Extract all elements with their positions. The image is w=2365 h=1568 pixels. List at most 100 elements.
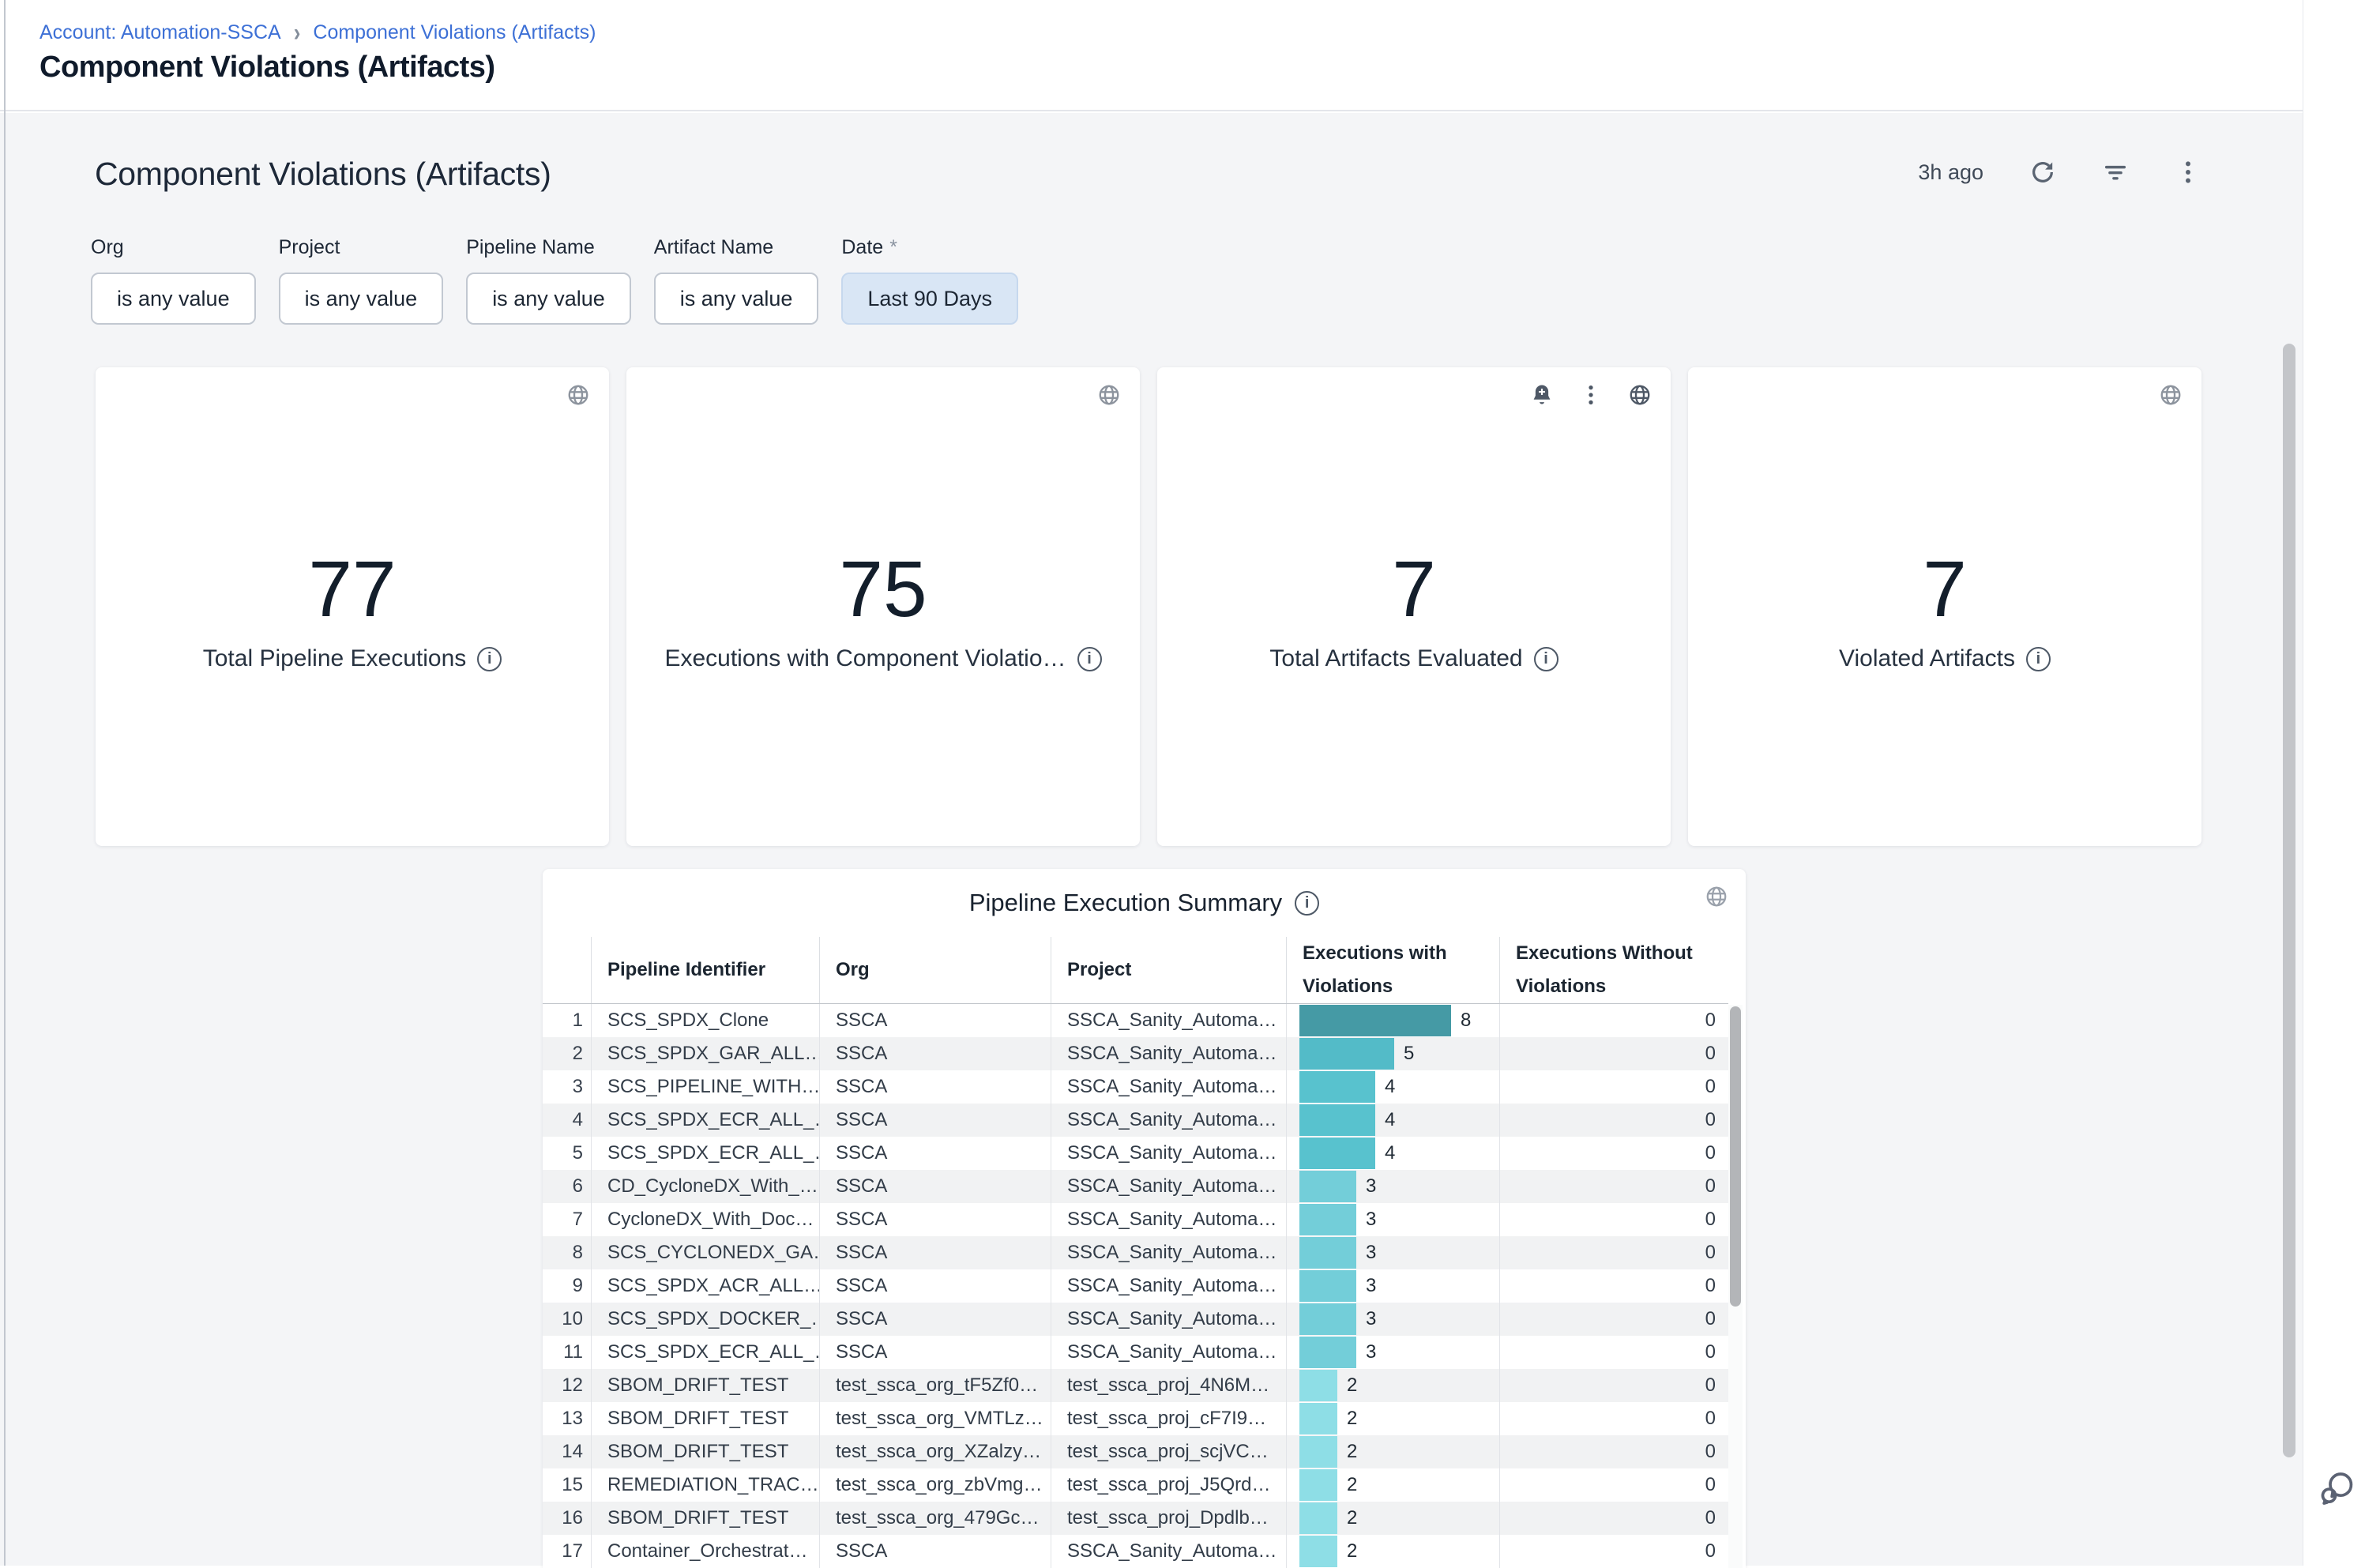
breadcrumb-page-link[interactable]: Component Violations (Artifacts) (313, 21, 596, 44)
violations-bar (1299, 1137, 1375, 1169)
kebab-menu-icon[interactable] (1579, 383, 1603, 407)
table-row[interactable]: 5 SCS_SPDX_ECR_ALL_… SSCA SSCA_Sanity_Au… (543, 1137, 1728, 1170)
cell-pipeline-identifier: SBOM_DRIFT_TEST (591, 1502, 819, 1535)
filter-value-button[interactable]: is any value (91, 273, 256, 325)
globe-icon[interactable] (1705, 885, 1728, 908)
table-scrollbar-thumb[interactable] (1730, 1006, 1741, 1307)
filter-value-button[interactable]: is any value (466, 273, 631, 325)
column-header-org[interactable]: Org (819, 937, 1051, 1003)
cell-executions-without-violations: 0 (1499, 1004, 1728, 1037)
cell-executions-without-violations: 0 (1499, 1137, 1728, 1170)
page-scrollbar[interactable] (2283, 340, 2295, 1566)
cell-pipeline-identifier: SCS_SPDX_GAR_ALL… (591, 1037, 819, 1070)
row-index: 5 (543, 1137, 591, 1170)
kpi-tile: 7 Violated Artifacts i (1688, 367, 2201, 846)
refresh-icon[interactable] (2029, 159, 2056, 186)
table-row[interactable]: 11 SCS_SPDX_ECR_ALL_… SSCA SSCA_Sanity_A… (543, 1336, 1728, 1369)
cell-org: SSCA (819, 1236, 1051, 1269)
cell-pipeline-identifier: SBOM_DRIFT_TEST (591, 1435, 819, 1468)
violations-bar (1299, 1303, 1356, 1335)
last-refreshed-label: 3h ago (1918, 160, 1983, 185)
violations-bar (1299, 1005, 1451, 1036)
cell-pipeline-identifier: SCS_SPDX_Clone (591, 1004, 819, 1037)
table-row[interactable]: 10 SCS_SPDX_DOCKER_… SSCA SSCA_Sanity_Au… (543, 1303, 1728, 1336)
filter: Org is any value (91, 236, 256, 325)
cell-project: SSCA_Sanity_Automa… (1051, 1037, 1286, 1070)
table-scrollbar[interactable] (1728, 1005, 1743, 1568)
filter-label: Pipeline Name (466, 236, 631, 259)
kpi-value: 77 (96, 544, 609, 635)
table-row[interactable]: 4 SCS_SPDX_ECR_ALL_… SSCA SSCA_Sanity_Au… (543, 1104, 1728, 1137)
cell-project: SSCA_Sanity_Automa… (1051, 1170, 1286, 1203)
cell-project: SSCA_Sanity_Automa… (1051, 1004, 1286, 1037)
cell-executions-without-violations: 0 (1499, 1468, 1728, 1502)
filter-label: Org (91, 236, 256, 259)
table-row[interactable]: 15 REMEDIATION_TRAC… test_ssca_org_zbVmg… (543, 1468, 1728, 1502)
required-asterisk: * (889, 236, 897, 258)
info-icon[interactable]: i (2026, 647, 2051, 671)
info-icon[interactable]: i (1077, 647, 1102, 671)
violations-bar-value: 8 (1461, 1010, 1471, 1032)
cell-executions-without-violations: 0 (1499, 1402, 1728, 1435)
table-row[interactable]: 7 CycloneDX_With_Doc… SSCA SSCA_Sanity_A… (543, 1203, 1728, 1236)
cell-pipeline-identifier: SCS_SPDX_ECR_ALL_… (591, 1336, 819, 1369)
cell-org: SSCA (819, 1535, 1051, 1568)
filter: Date* Last 90 Days (841, 236, 1018, 325)
table-row[interactable]: 17 Container_Orchestrat… SSCA SSCA_Sanit… (543, 1535, 1728, 1568)
globe-icon[interactable] (2159, 383, 2183, 407)
filter-icon[interactable] (2102, 159, 2129, 186)
column-header-with-violations[interactable]: Executions with Violations (1286, 937, 1499, 1003)
cell-project: SSCA_Sanity_Automa… (1051, 1535, 1286, 1568)
filter-value-button[interactable]: is any value (279, 273, 444, 325)
bell-plus-icon[interactable] (1530, 383, 1554, 407)
chat-help-icon[interactable] (2316, 1468, 2357, 1509)
table-row[interactable]: 16 SBOM_DRIFT_TEST test_ssca_org_479Gc… … (543, 1502, 1728, 1535)
cell-project: SSCA_Sanity_Automa… (1051, 1137, 1286, 1170)
table-row[interactable]: 1 SCS_SPDX_Clone SSCA SSCA_Sanity_Automa… (543, 1004, 1728, 1037)
info-icon[interactable]: i (1534, 647, 1558, 671)
table-row[interactable]: 2 SCS_SPDX_GAR_ALL… SSCA SSCA_Sanity_Aut… (543, 1037, 1728, 1070)
table-row[interactable]: 6 CD_CycloneDX_With_… SSCA SSCA_Sanity_A… (543, 1170, 1728, 1203)
table-row[interactable]: 13 SBOM_DRIFT_TEST test_ssca_org_VMTLz… … (543, 1402, 1728, 1435)
cell-org: test_ssca_org_tF5Zf0… (819, 1369, 1051, 1402)
dashboard-title: Component Violations (Artifacts) (95, 156, 551, 193)
cell-pipeline-identifier: SCS_SPDX_ECR_ALL_… (591, 1104, 819, 1137)
violations-bar-value: 2 (1347, 1474, 1357, 1496)
cell-executions-without-violations: 0 (1499, 1104, 1728, 1137)
table-row[interactable]: 9 SCS_SPDX_ACR_ALL… SSCA SSCA_Sanity_Aut… (543, 1269, 1728, 1303)
kpi-value: 7 (1688, 544, 2201, 635)
table-row[interactable]: 8 SCS_CYCLONEDX_GA… SSCA SSCA_Sanity_Aut… (543, 1236, 1728, 1269)
column-header-without-violations[interactable]: Executions Without Violations (1499, 937, 1728, 1003)
info-icon[interactable]: i (477, 647, 502, 671)
cell-org: SSCA (819, 1336, 1051, 1369)
filter: Pipeline Name is any value (466, 236, 631, 325)
filter-label: Date* (841, 236, 1018, 259)
cell-executions-with-violations: 4 (1286, 1137, 1499, 1170)
violations-bar (1299, 1536, 1337, 1567)
table-row[interactable]: 14 SBOM_DRIFT_TEST test_ssca_org_XZalzy…… (543, 1435, 1728, 1468)
globe-icon[interactable] (1097, 383, 1121, 407)
globe-icon[interactable] (566, 383, 590, 407)
info-icon[interactable]: i (1295, 891, 1319, 916)
violations-bar-value: 4 (1385, 1076, 1395, 1098)
violations-bar (1299, 1104, 1375, 1136)
violations-bar-value: 2 (1347, 1507, 1357, 1529)
kpi-tiles: 77 Total Pipeline Executions i 75 Execut… (96, 367, 2201, 846)
page-scrollbar-thumb[interactable] (2283, 344, 2295, 1457)
table-row[interactable]: 12 SBOM_DRIFT_TEST test_ssca_org_tF5Zf0…… (543, 1369, 1728, 1402)
table-row[interactable]: 3 SCS_PIPELINE_WITH… SSCA SSCA_Sanity_Au… (543, 1070, 1728, 1104)
cell-pipeline-identifier: SBOM_DRIFT_TEST (591, 1369, 819, 1402)
cell-project: SSCA_Sanity_Automa… (1051, 1269, 1286, 1303)
cell-executions-with-violations: 3 (1286, 1170, 1499, 1203)
kebab-menu-icon[interactable] (2175, 159, 2201, 186)
filter-value-button[interactable]: Last 90 Days (841, 273, 1018, 325)
violations-bar (1299, 1171, 1356, 1202)
table-body: 1 SCS_SPDX_Clone SSCA SSCA_Sanity_Automa… (543, 1004, 1746, 1568)
column-header-project[interactable]: Project (1051, 937, 1286, 1003)
filter-value-button[interactable]: is any value (654, 273, 819, 325)
breadcrumb-account-link[interactable]: Account: Automation-SSCA (39, 21, 281, 44)
globe-icon[interactable] (1628, 383, 1652, 407)
column-header-pipeline[interactable]: Pipeline Identifier (591, 937, 819, 1003)
row-index: 11 (543, 1336, 591, 1369)
violations-bar-value: 3 (1366, 1175, 1376, 1198)
